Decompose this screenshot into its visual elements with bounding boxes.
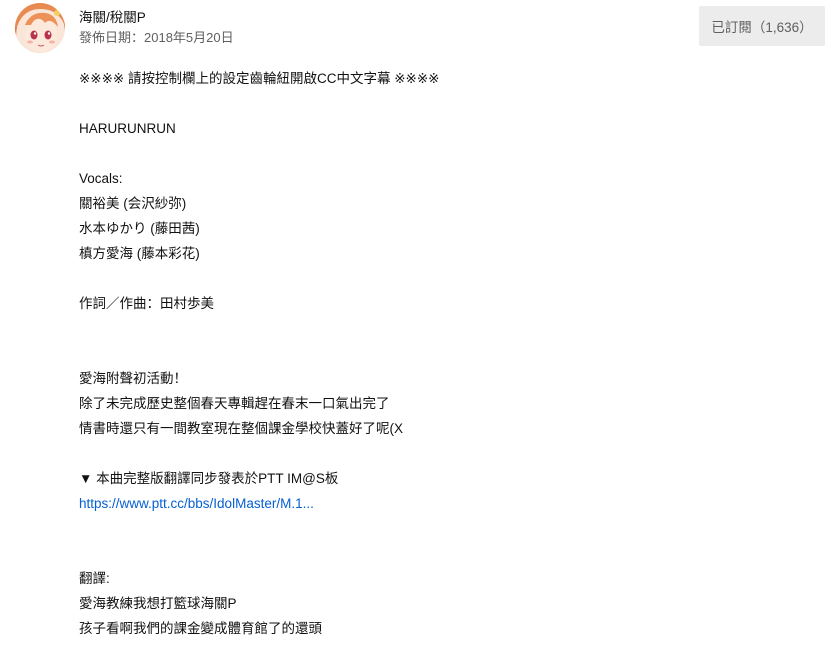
description-line xyxy=(79,141,799,166)
description-line xyxy=(79,516,799,541)
description-line: Vocals: xyxy=(79,171,123,186)
description-line: HARURUNRUN xyxy=(79,121,176,136)
description-line: 作詞／作曲：田村歩美 xyxy=(79,296,214,311)
description-line: 孩子看啊我們的課金變成體育館了的還頭 xyxy=(79,621,322,636)
description-line xyxy=(79,266,799,291)
description-line xyxy=(79,316,799,341)
description-line: ▼ 本曲完整版翻譯同步發表於PTT IM@S板 xyxy=(79,471,339,486)
description-line: 水本ゆかり (藤田茜) xyxy=(79,221,200,236)
description-line: 翻譯: xyxy=(79,571,110,586)
description-line: 除了未完成歷史整個春天專輯趕在春末一口氣出完了 xyxy=(79,396,390,411)
description-line: ※※※※ 請按控制欄上的設定齒輪紐開啟CC中文字幕 ※※※※ xyxy=(79,71,440,86)
description-line: 情書時還只有一間教室現在整個課金學校快蓋好了呢(X xyxy=(79,421,403,436)
description-line: 槙方愛海 (藤本彩花) xyxy=(79,246,200,261)
channel-avatar[interactable] xyxy=(15,3,65,53)
description-line xyxy=(79,341,799,366)
description-line xyxy=(79,441,799,466)
description-line xyxy=(79,91,799,116)
description-line: 愛海教練我想打籃球海關P xyxy=(79,596,237,611)
subscribed-button-label: 已訂閱（1,636） xyxy=(711,20,813,35)
channel-name[interactable]: 海關/稅關P xyxy=(79,9,146,27)
video-description: ※※※※ 請按控制欄上的設定齒輪紐開啟CC中文字幕 ※※※※ HARURUNRU… xyxy=(79,66,799,641)
publish-date: 發佈日期：2018年5月20日 xyxy=(79,30,234,45)
avatar-illustration xyxy=(15,3,65,53)
description-line xyxy=(79,541,799,566)
subscribed-button[interactable]: 已訂閱（1,636） xyxy=(699,6,825,46)
description-line: 關裕美 (会沢紗弥) xyxy=(79,196,187,211)
description-line: 愛海附聲初活動！ xyxy=(79,371,187,386)
ptt-link[interactable]: https://www.ptt.cc/bbs/IdolMaster/M.1... xyxy=(79,496,314,511)
